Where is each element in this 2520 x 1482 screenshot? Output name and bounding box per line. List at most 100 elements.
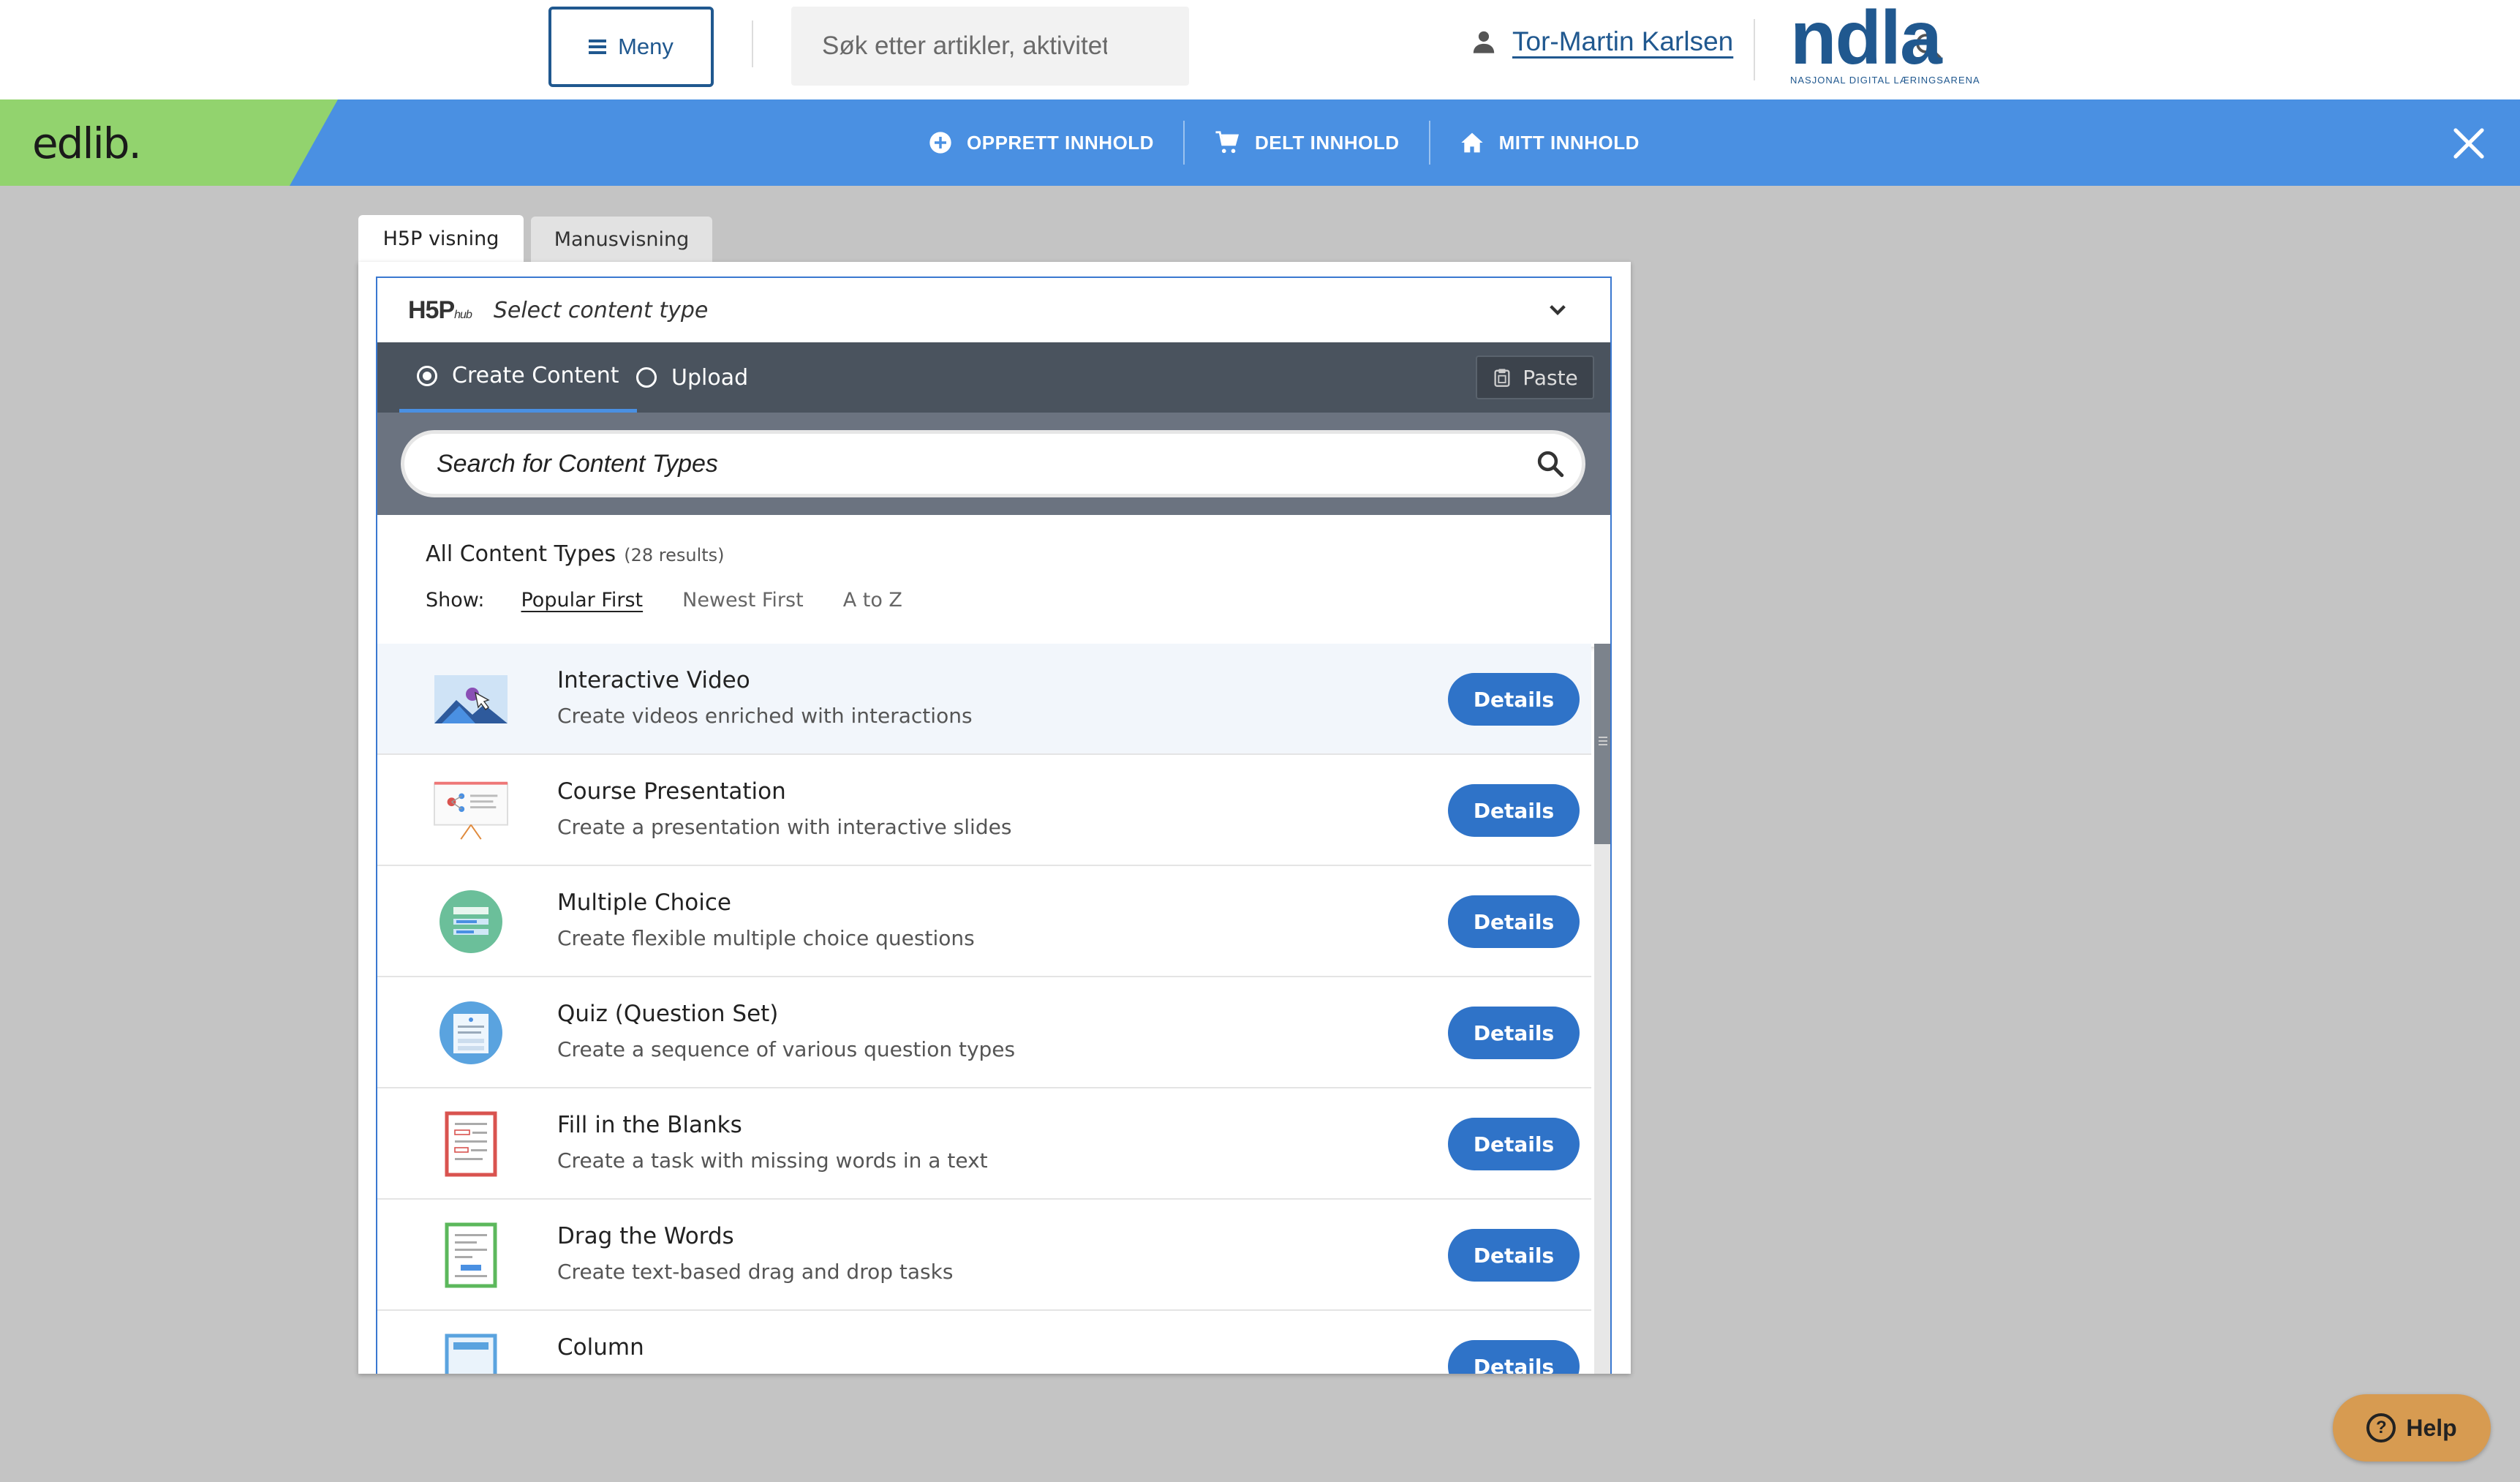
item-description: Create videos enriched with interactions (557, 704, 973, 728)
user-icon (1473, 31, 1495, 53)
content-type-search-input[interactable] (437, 449, 1497, 478)
list-item[interactable]: Interactive Video Create videos enriched… (377, 644, 1591, 755)
nav-shared-content[interactable]: DELT INNHOLD (1185, 121, 1430, 165)
user-profile[interactable]: Tor-Martin Karlsen (1471, 26, 1733, 57)
h5p-hub: H5Phub Select content type Create Conten… (376, 277, 1612, 1374)
site-search-box[interactable] (791, 7, 1942, 86)
sort-a-to-z[interactable]: A to Z (843, 589, 902, 612)
list-item[interactable]: Quiz (Question Set) Create a sequence of… (377, 977, 1591, 1088)
sort-options: Show: Popular First Newest First A to Z (426, 589, 1610, 612)
radio-selected-icon (417, 365, 437, 386)
nav-create-content[interactable]: OPPRETT INNHOLD (929, 121, 1185, 165)
results-title: All Content Types (426, 541, 616, 567)
results-count: (28 results) (624, 545, 725, 565)
edlib-navbar: edlib. OPPRETT INNHOLD DELT INNHOLD MITT… (0, 99, 2520, 186)
sort-newest-first[interactable]: Newest First (682, 589, 804, 612)
nav-my-content-label: MITT INNHOLD (1498, 131, 1640, 154)
results-header: All Content Types (28 results) Show: Pop… (377, 515, 1610, 647)
tab-upload[interactable]: Upload (636, 342, 748, 413)
site-search-input[interactable] (822, 31, 1107, 61)
chevron-down-icon[interactable] (1546, 298, 1569, 322)
help-button[interactable]: ? Help (2333, 1394, 2491, 1462)
item-title: Course Presentation (557, 778, 786, 805)
results-title-row: All Content Types (28 results) (426, 541, 1610, 567)
nav-shared-content-label: DELT INNHOLD (1254, 131, 1400, 154)
nav-items: OPPRETT INNHOLD DELT INNHOLD MITT INNHOL… (929, 99, 1669, 186)
help-button-label: Help (2406, 1414, 2457, 1441)
scrollbar-thumb[interactable] (1594, 644, 1610, 844)
content-type-search-box[interactable] (401, 430, 1585, 497)
edlib-logo[interactable]: edlib. (32, 119, 142, 168)
ndla-logo[interactable]: ndla NASJONAL DIGITAL LÆRINGSARENA (1790, 7, 1980, 86)
header-divider-2 (1754, 19, 1755, 80)
list-item[interactable]: Fill in the Blanks Create a task with mi… (377, 1088, 1591, 1200)
hub-header[interactable]: H5Phub Select content type (377, 278, 1610, 342)
item-title: Interactive Video (557, 667, 750, 693)
menu-button-label: Meny (618, 34, 674, 59)
cart-icon (1215, 131, 1239, 154)
top-header: Meny Tor-Martin Karlsen ndla NASJONAL DI… (0, 0, 2520, 99)
hub-tabs-bar: Create Content Upload Paste (377, 342, 1610, 413)
menu-button[interactable]: Meny (548, 7, 714, 87)
drag-the-words-icon (433, 1222, 509, 1288)
details-button[interactable]: Details (1448, 673, 1580, 726)
details-button[interactable]: Details (1448, 1118, 1580, 1170)
tab-manuscript-view[interactable]: Manusvisning (531, 217, 712, 262)
item-title: Multiple Choice (557, 889, 731, 916)
fill-in-blanks-icon (433, 1111, 509, 1177)
nav-create-content-label: OPPRETT INNHOLD (967, 131, 1154, 154)
hub-search-area (377, 413, 1610, 515)
ndla-logo-subtitle: NASJONAL DIGITAL LÆRINGSARENA (1790, 75, 1980, 86)
paste-button[interactable]: Paste (1476, 356, 1594, 399)
h5p-logo-suffix: hub (454, 308, 472, 321)
item-title: Fill in the Blanks (557, 1112, 742, 1138)
item-description: Create a task with missing words in a te… (557, 1148, 988, 1173)
multiple-choice-icon (433, 889, 509, 954)
item-description: Create text-based drag and drop tasks (557, 1260, 954, 1284)
item-title: Column (557, 1334, 644, 1361)
list-scrollbar[interactable] (1594, 644, 1610, 1374)
user-name-link[interactable]: Tor-Martin Karlsen (1512, 26, 1733, 57)
details-button[interactable]: Details (1448, 1229, 1580, 1282)
course-presentation-icon (433, 778, 509, 843)
ndla-logo-word: ndla (1790, 7, 1942, 69)
item-description: Create flexible multiple choice question… (557, 926, 975, 950)
clipboard-icon (1494, 369, 1510, 387)
question-set-icon (433, 1001, 509, 1065)
close-icon[interactable] (2451, 126, 2486, 161)
list-item[interactable]: Multiple Choice Create flexible multiple… (377, 866, 1591, 977)
tab-create-content[interactable]: Create Content (399, 342, 637, 413)
item-description: Create a sequence of various question ty… (557, 1037, 1016, 1061)
sort-popular-first[interactable]: Popular First (521, 589, 643, 612)
h5p-hub-logo: H5Phub (408, 296, 472, 325)
header-divider (752, 20, 753, 67)
details-button[interactable]: Details (1448, 784, 1580, 837)
paste-button-label: Paste (1523, 365, 1578, 390)
details-button[interactable]: Details (1448, 1007, 1580, 1059)
details-button[interactable]: Details (1448, 895, 1580, 948)
interactive-video-icon (433, 667, 509, 731)
plus-circle-icon (929, 132, 951, 154)
search-icon[interactable] (1535, 448, 1566, 479)
item-title: Drag the Words (557, 1223, 734, 1249)
h5p-logo-text: H5P (408, 296, 455, 324)
list-item[interactable]: Drag the Words Create text-based drag an… (377, 1200, 1591, 1311)
column-icon (433, 1334, 509, 1374)
tab-create-content-label: Create Content (452, 363, 619, 388)
item-title: Quiz (Question Set) (557, 1001, 779, 1027)
home-icon (1460, 132, 1483, 153)
list-item[interactable]: Column Details (377, 1311, 1591, 1374)
help-icon: ? (2366, 1413, 2396, 1442)
hamburger-icon (589, 37, 607, 57)
tab-upload-label: Upload (671, 364, 749, 391)
grip-icon (1599, 734, 1607, 748)
sort-show-label: Show: (426, 589, 485, 612)
hub-title: Select content type (493, 297, 709, 323)
item-description: Create a presentation with interactive s… (557, 815, 1012, 839)
content-type-list: Interactive Video Create videos enriched… (377, 644, 1591, 1374)
editor-panel: H5Phub Select content type Create Conten… (358, 262, 1631, 1374)
tab-h5p-view[interactable]: H5P visning (358, 215, 524, 262)
details-button[interactable]: Details (1448, 1340, 1580, 1374)
nav-my-content[interactable]: MITT INNHOLD (1430, 121, 1669, 165)
list-item[interactable]: Course Presentation Create a presentatio… (377, 755, 1591, 866)
